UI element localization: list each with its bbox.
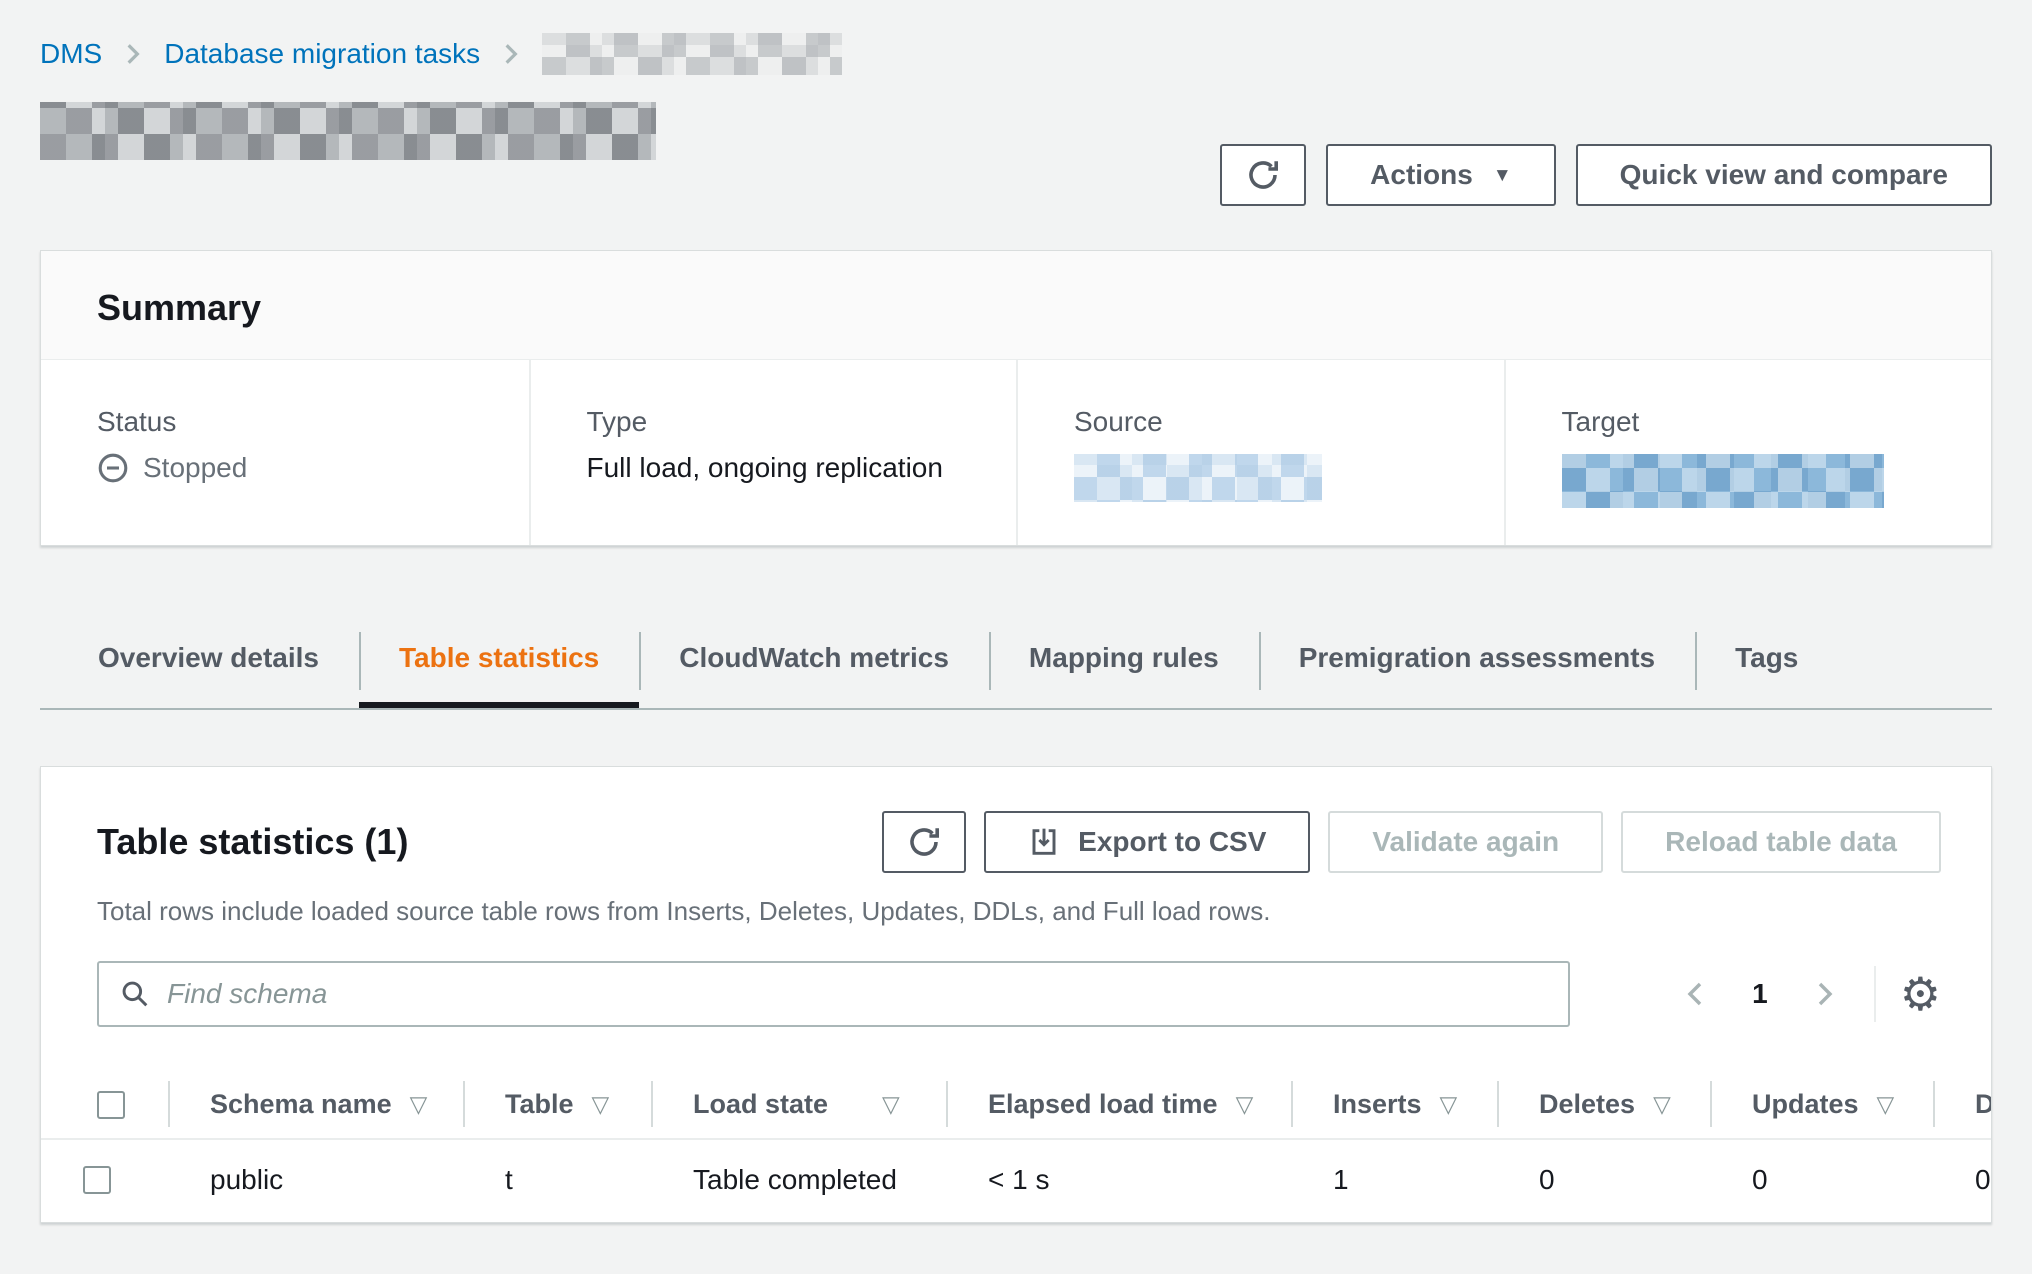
cell-table: t — [463, 1140, 651, 1222]
reload-table-data-label: Reload table data — [1665, 826, 1897, 858]
cell-deletes: 0 — [1497, 1140, 1710, 1222]
tab-overview-details[interactable]: Overview details — [58, 630, 359, 708]
tab-mapping-rules[interactable]: Mapping rules — [989, 630, 1259, 708]
tab-premigration-assessments[interactable]: Premigration assessments — [1259, 630, 1695, 708]
summary-field-source: Source — [1016, 360, 1504, 545]
cell-load-state: Table completed — [651, 1140, 946, 1222]
summary-card-header: Summary — [41, 251, 1991, 360]
search-icon — [119, 978, 151, 1010]
tab-cloudwatch-metrics[interactable]: CloudWatch metrics — [639, 630, 989, 708]
table-statistics-table: Schema name ▽ Table ▽ Load state ▽ Elaps… — [41, 1073, 1991, 1222]
page-title-redacted — [40, 102, 656, 160]
stopped-minus-icon — [97, 452, 129, 484]
table-statistics-actions: Export to CSV Validate again Reload tabl… — [882, 811, 1941, 873]
table-statistics-title: Table statistics (1) — [97, 811, 408, 873]
pagination: 1 ⚙ — [1674, 966, 1941, 1022]
sort-icon[interactable]: ▽ — [1440, 1092, 1458, 1118]
breadcrumb: DMS Database migration tasks — [40, 0, 1992, 74]
quick-view-compare-label: Quick view and compare — [1620, 159, 1948, 191]
table-statistics-header: Table statistics (1) — [41, 767, 1991, 1027]
summary-field-target: Target — [1504, 360, 1992, 545]
chevron-right-icon — [120, 39, 146, 69]
dms-task-page: DMS Database migration tasks Actions ▼ Q… — [0, 0, 2032, 1274]
cell-inserts: 1 — [1291, 1140, 1497, 1222]
summary-title: Summary — [97, 287, 1935, 329]
sort-icon[interactable]: ▽ — [592, 1092, 610, 1118]
refresh-button[interactable] — [1220, 144, 1306, 206]
column-header-ddls-clipped: D — [1933, 1073, 1992, 1138]
validate-again-label: Validate again — [1372, 826, 1559, 858]
select-all-checkbox[interactable] — [97, 1091, 125, 1119]
task-detail-tabs: Overview details Table statistics CloudW… — [40, 630, 1992, 710]
table-statistics-description: Total rows include loaded source table r… — [97, 895, 1941, 927]
export-to-csv-button[interactable]: Export to CSV — [984, 811, 1310, 873]
breadcrumb-current-redacted — [542, 33, 842, 75]
schema-search-input[interactable] — [167, 978, 1548, 1010]
next-page-button[interactable] — [1802, 978, 1846, 1010]
summary-fields: Status Stopped Type Full load, ongoing r… — [41, 360, 1991, 545]
chevron-left-icon — [1680, 978, 1712, 1010]
type-label: Type — [587, 406, 997, 438]
cell-updates: 0 — [1710, 1140, 1933, 1222]
sort-icon[interactable]: ▽ — [1236, 1092, 1254, 1118]
table-toolbar: 1 ⚙ — [97, 961, 1941, 1027]
refresh-icon — [906, 824, 942, 860]
chevron-right-icon — [1808, 978, 1840, 1010]
sort-icon[interactable]: ▽ — [410, 1092, 428, 1118]
cell-ddls-clipped: 0 — [1933, 1140, 1991, 1222]
column-header-deletes: Deletes ▽ — [1497, 1073, 1710, 1138]
status-label: Status — [97, 406, 509, 438]
actions-menu-label: Actions — [1370, 159, 1473, 191]
reload-table-data-button[interactable]: Reload table data — [1621, 811, 1941, 873]
status-value: Stopped — [97, 452, 509, 484]
pagination-divider — [1874, 966, 1876, 1022]
target-label: Target — [1562, 406, 1972, 438]
breadcrumb-link-dms[interactable]: DMS — [40, 38, 102, 70]
quick-view-compare-button[interactable]: Quick view and compare — [1576, 144, 1992, 206]
status-text: Stopped — [143, 452, 247, 484]
table-preferences-button[interactable]: ⚙ — [1900, 971, 1941, 1017]
validate-again-button[interactable]: Validate again — [1328, 811, 1603, 873]
tab-table-statistics[interactable]: Table statistics — [359, 630, 639, 708]
table-refresh-button[interactable] — [882, 811, 966, 873]
sort-icon[interactable]: ▽ — [1653, 1092, 1671, 1118]
header-actions: Actions ▼ Quick view and compare — [1220, 144, 1992, 206]
summary-card: Summary Status Stopped Type Full load, o… — [40, 250, 1992, 546]
cell-schema-name: public — [168, 1140, 463, 1222]
export-to-csv-label: Export to CSV — [1078, 826, 1266, 858]
source-label: Source — [1074, 406, 1484, 438]
settings-gear-icon: ⚙ — [1900, 967, 1941, 1021]
table-row: public t Table completed < 1 s 1 0 0 0 — [41, 1140, 1991, 1222]
actions-menu-button[interactable]: Actions ▼ — [1326, 144, 1556, 206]
table-statistics-panel: Table statistics (1) — [40, 766, 1992, 1223]
tab-tags[interactable]: Tags — [1695, 630, 1838, 708]
column-header-elapsed-load-time: Elapsed load time ▽ — [946, 1073, 1291, 1138]
type-value: Full load, ongoing replication — [587, 452, 997, 484]
column-header-inserts: Inserts ▽ — [1291, 1073, 1497, 1138]
row-checkbox[interactable] — [83, 1166, 111, 1194]
column-header-updates: Updates ▽ — [1710, 1073, 1933, 1138]
sort-icon[interactable]: ▽ — [1877, 1092, 1895, 1118]
column-header-schema-name: Schema name ▽ — [168, 1073, 463, 1138]
refresh-icon — [1245, 157, 1281, 193]
source-value-redacted — [1074, 454, 1322, 502]
caret-down-icon: ▼ — [1493, 166, 1512, 185]
cell-elapsed-load-time: < 1 s — [946, 1140, 1291, 1222]
summary-field-type: Type Full load, ongoing replication — [529, 360, 1017, 545]
previous-page-button[interactable] — [1674, 978, 1718, 1010]
pagination-current-page[interactable]: 1 — [1752, 978, 1768, 1010]
summary-field-status: Status Stopped — [41, 360, 529, 545]
table-header-row: Schema name ▽ Table ▽ Load state ▽ Elaps… — [41, 1073, 1991, 1140]
column-header-load-state: Load state ▽ — [651, 1073, 946, 1138]
page-header: Actions ▼ Quick view and compare — [40, 102, 1992, 212]
target-value-redacted — [1562, 454, 1884, 508]
chevron-right-icon — [498, 39, 524, 69]
sort-icon[interactable]: ▽ — [882, 1092, 900, 1118]
download-icon — [1028, 826, 1060, 858]
schema-search-box — [97, 961, 1570, 1027]
column-header-table: Table ▽ — [463, 1073, 651, 1138]
breadcrumb-link-migration-tasks[interactable]: Database migration tasks — [164, 38, 480, 70]
